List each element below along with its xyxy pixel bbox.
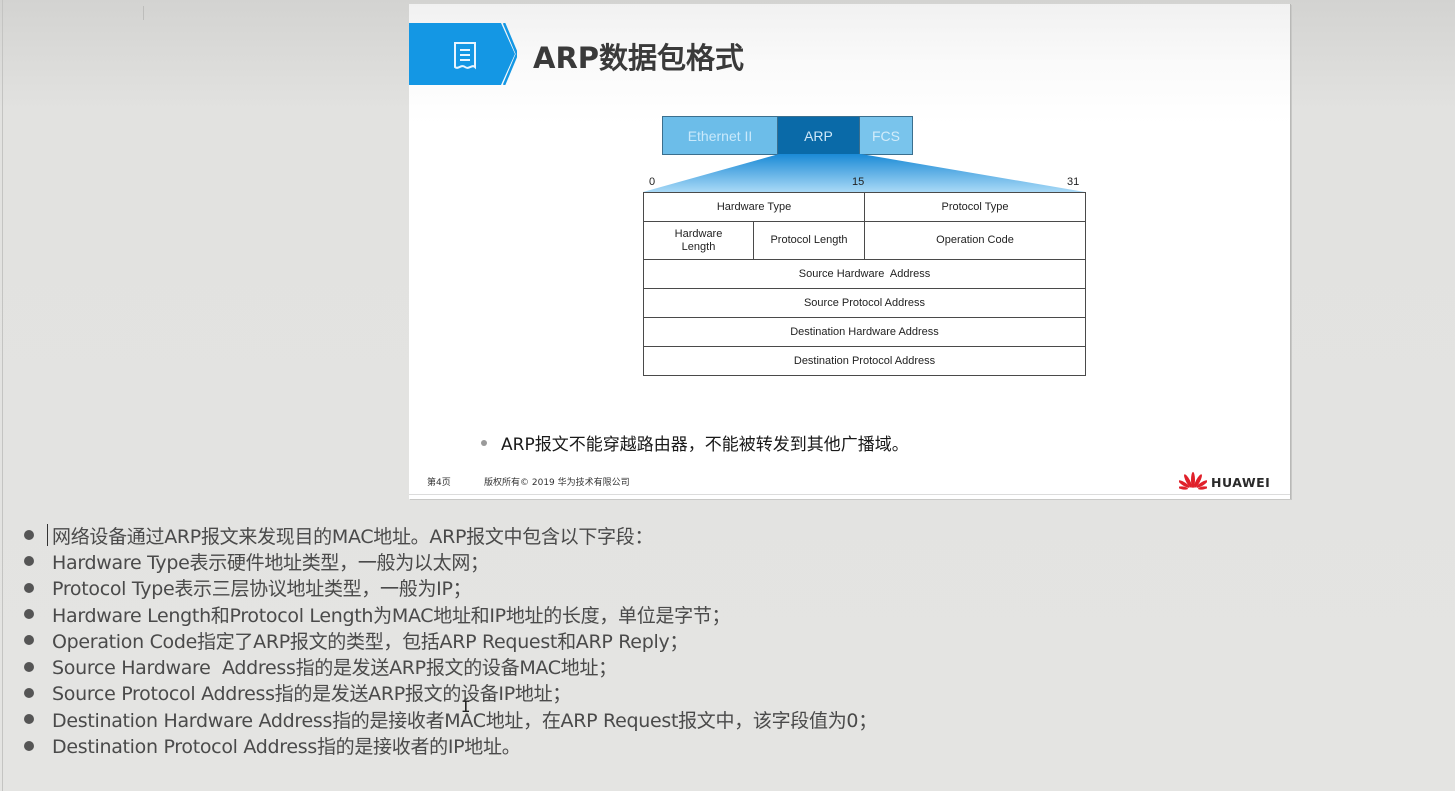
huawei-logo: HUAWEI <box>1179 472 1270 492</box>
bullet-icon <box>24 661 34 672</box>
window-left-border <box>2 0 3 791</box>
note-text: Source Protocol Address指的是发送ARP报文的设备IP地址… <box>52 683 571 706</box>
note-item: Hardware Length和Protocol Length为MAC地址和IP… <box>20 601 877 627</box>
field-hardware-type: Hardware Type <box>642 192 866 222</box>
brand-name: HUAWEI <box>1211 474 1271 490</box>
bullet-icon <box>24 687 34 698</box>
note-item: Hardware Type表示硬件地址类型，一般为以太网； <box>20 548 877 574</box>
ibeam-cursor-icon: I <box>461 697 471 716</box>
huawei-flower-icon <box>1179 472 1207 490</box>
title-chevron-icon <box>497 23 517 85</box>
bullet-icon <box>481 439 487 446</box>
slide-preview[interactable]: ARP数据包格式 Ethernet II ARP FCS 0 15 31 Har… <box>409 4 1291 499</box>
slide-bullet: ARP报文不能穿越路由器，不能被转发到其他广播域。 <box>481 430 909 455</box>
bit-marker-31: 31 <box>1067 176 1080 188</box>
note-item: Operation Code指定了ARP报文的类型，包括ARP Request和… <box>20 627 877 653</box>
note-item: Protocol Type表示三层协议地址类型，一般为IP； <box>20 575 877 601</box>
bit-marker-15: 15 <box>852 176 865 188</box>
field-destination-protocol-address: Destination Protocol Address <box>642 346 1087 376</box>
frame-segment-ethernet: Ethernet II <box>662 116 778 155</box>
field-destination-hardware-address: Destination Hardware Address <box>642 317 1087 347</box>
note-text: Operation Code指定了ARP报文的类型，包括ARP Request和… <box>52 630 689 653</box>
ruler-tick <box>143 6 144 20</box>
bullet-icon <box>24 740 34 751</box>
field-source-protocol-address: Source Protocol Address <box>642 288 1087 318</box>
document-icon <box>454 42 476 70</box>
bullet-icon <box>24 635 34 646</box>
slide-bullet-text: ARP报文不能穿越路由器，不能被转发到其他广播域。 <box>501 435 909 455</box>
note-item: 网络设备通过ARP报文来发现目的MAC地址。ARP报文中包含以下字段： <box>20 522 877 548</box>
note-item: Destination Hardware Address指的是接收者MAC地址，… <box>20 706 877 732</box>
bullet-icon <box>24 609 34 620</box>
page-number: 第4页 <box>427 478 451 488</box>
field-operation-code: Operation Code <box>864 221 1087 260</box>
ethernet-frame-band: Ethernet II ARP FCS <box>662 116 913 155</box>
arp-header-table: Hardware Type Protocol Type Hardware Len… <box>642 192 1087 376</box>
bullet-icon <box>24 582 34 593</box>
note-text: Hardware Type表示硬件地址类型，一般为以太网； <box>52 551 489 574</box>
bullet-icon <box>24 714 34 725</box>
note-text: 网络设备通过ARP报文来发现目的MAC地址。ARP报文中包含以下字段： <box>52 525 654 548</box>
copyright: 版权所有© 2019 华为技术有限公司 <box>484 478 630 488</box>
bullet-icon <box>24 556 34 567</box>
frame-segment-fcs: FCS <box>860 116 913 155</box>
field-source-hardware-address: Source Hardware Address <box>642 259 1087 289</box>
note-text: Source Hardware Address指的是发送ARP报文的设备MAC地… <box>52 657 617 680</box>
footer-divider <box>409 494 1290 495</box>
zoom-expansion-fan <box>643 154 1085 192</box>
bullet-icon <box>24 530 34 541</box>
note-text: Destination Protocol Address指的是接收者的IP地址。 <box>52 736 521 759</box>
frame-segment-arp: ARP <box>778 116 860 155</box>
note-text: Protocol Type表示三层协议地址类型，一般为IP； <box>52 578 472 601</box>
note-item: Destination Protocol Address指的是接收者的IP地址。 <box>20 732 877 758</box>
note-item: Source Hardware Address指的是发送ARP报文的设备MAC地… <box>20 653 877 679</box>
bit-marker-0: 0 <box>649 176 656 188</box>
note-item: Source Protocol Address指的是发送ARP报文的设备IP地址… <box>20 680 877 706</box>
text-caret <box>47 524 48 546</box>
note-text: Hardware Length和Protocol Length为MAC地址和IP… <box>52 604 731 627</box>
speaker-notes[interactable]: 网络设备通过ARP报文来发现目的MAC地址。ARP报文中包含以下字段： Hard… <box>20 522 877 759</box>
field-hardware-length: Hardware Length <box>643 221 754 260</box>
field-protocol-length: Protocol Length <box>752 221 866 260</box>
slide-title: ARP数据包格式 <box>533 41 745 75</box>
field-protocol-type: Protocol Type <box>864 192 1087 222</box>
